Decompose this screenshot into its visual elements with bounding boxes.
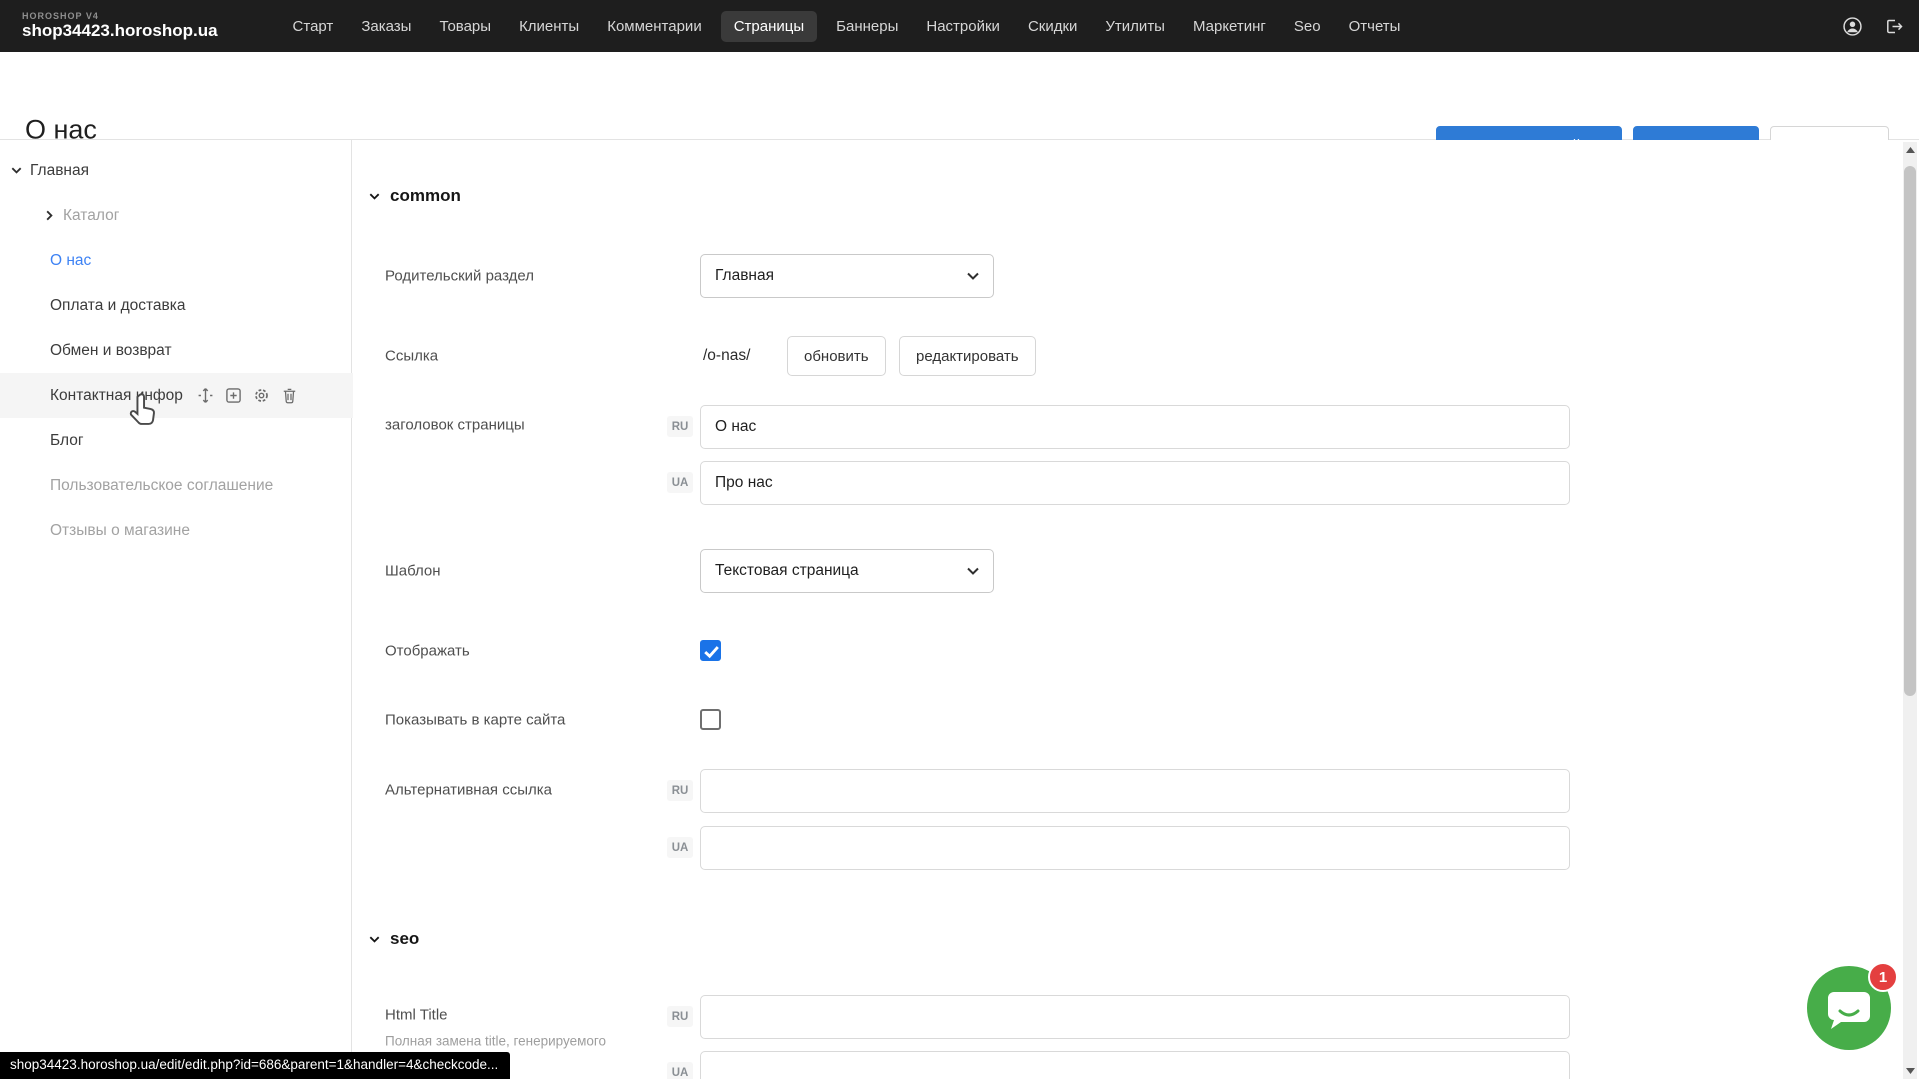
pages-tree-sidebar: Главная Каталог О нас Оплата и доставка … bbox=[0, 140, 352, 1079]
sitemap-label: Показывать в карте сайта bbox=[385, 712, 565, 729]
nav-item-utilities[interactable]: Утилиты bbox=[1096, 11, 1174, 42]
link-edit-button[interactable]: редактировать bbox=[899, 336, 1036, 376]
display-label: Отображать bbox=[385, 643, 470, 660]
html-title-ru-input[interactable] bbox=[700, 995, 1570, 1039]
chevron-right-icon[interactable] bbox=[43, 209, 56, 222]
chat-launcher-button[interactable]: 1 bbox=[1807, 966, 1891, 1050]
tree-item-soglashenie[interactable]: Пользовательское соглашение bbox=[0, 463, 401, 508]
tree-item-label: Каталог bbox=[63, 207, 119, 225]
nav-item-clients[interactable]: Клиенты bbox=[510, 11, 588, 42]
nav-item-seo[interactable]: Seo bbox=[1285, 11, 1330, 42]
select-value: Текстовая страница bbox=[715, 562, 859, 580]
tree-item-glavnaya[interactable]: Главная bbox=[0, 148, 351, 193]
html-title-hint: Полная замена title, генерируемого bbox=[385, 1034, 606, 1049]
tree-item-label: Оплата и доставка bbox=[50, 297, 186, 315]
brand-logo[interactable]: HOROSHOP V4 shop34423.horoshop.ua bbox=[0, 12, 218, 39]
link-value: /o-nas/ bbox=[703, 347, 750, 365]
top-navbar: HOROSHOP V4 shop34423.horoshop.ua Старт … bbox=[0, 0, 1919, 52]
status-url-bar: shop34423.horoshop.ua/edit/edit.php?id=6… bbox=[0, 1052, 510, 1079]
section-common-toggle[interactable]: common bbox=[368, 186, 461, 206]
alt-link-ua-input[interactable] bbox=[700, 826, 1570, 870]
alt-link-label: Альтернативная ссылка bbox=[385, 782, 552, 799]
tree-item-label: Контактная инфор bbox=[50, 387, 183, 405]
section-seo-toggle[interactable]: seo bbox=[368, 929, 419, 949]
parent-section-select[interactable]: Главная bbox=[700, 254, 994, 298]
html-title-label: Html Title bbox=[385, 1007, 448, 1024]
tree-item-kontaktnaya[interactable]: Контактная инфор bbox=[0, 373, 401, 418]
template-select[interactable]: Текстовая страница bbox=[700, 549, 994, 593]
navbar-right bbox=[1843, 0, 1903, 52]
trash-icon[interactable] bbox=[281, 387, 298, 404]
tree-item-label: Блог bbox=[50, 432, 84, 450]
link-label: Ссылка bbox=[385, 348, 438, 365]
tree-item-otzyvy[interactable]: Отзывы о магазине bbox=[0, 508, 401, 553]
select-chevron-icon bbox=[967, 272, 979, 280]
move-icon[interactable] bbox=[197, 387, 214, 404]
nav-item-pages[interactable]: Страницы bbox=[721, 11, 817, 42]
section-title: seo bbox=[390, 929, 419, 949]
main-menu: Старт Заказы Товары Клиенты Комментарии … bbox=[284, 11, 1410, 42]
scroll-down-arrow[interactable] bbox=[1903, 1063, 1917, 1079]
vertical-scrollbar[interactable] bbox=[1903, 142, 1917, 1079]
chevron-down-icon[interactable] bbox=[10, 164, 23, 177]
tree-item-o-nas[interactable]: О нас bbox=[0, 238, 401, 283]
link-refresh-button[interactable]: обновить bbox=[787, 336, 886, 376]
add-page-icon[interactable] bbox=[225, 387, 242, 404]
alt-link-ru-input[interactable] bbox=[700, 769, 1570, 813]
tree-item-label: Обмен и возврат bbox=[50, 342, 172, 360]
lang-badge-ua: UA bbox=[667, 837, 693, 858]
nav-item-orders[interactable]: Заказы bbox=[352, 11, 420, 42]
tree-item-label: Пользовательское соглашение bbox=[50, 477, 273, 495]
template-label: Шаблон bbox=[385, 563, 441, 580]
account-icon[interactable] bbox=[1843, 17, 1862, 36]
checkmark-icon bbox=[701, 641, 722, 662]
chevron-down-icon bbox=[368, 190, 381, 203]
scrollbar-thumb[interactable] bbox=[1904, 166, 1916, 696]
select-chevron-icon bbox=[967, 567, 979, 575]
tree-item-obmen[interactable]: Обмен и возврат bbox=[0, 328, 401, 373]
nav-item-products[interactable]: Товары bbox=[430, 11, 500, 42]
display-checkbox[interactable] bbox=[700, 640, 721, 661]
nav-item-banners[interactable]: Баннеры bbox=[827, 11, 907, 42]
tree-item-katalog[interactable]: Каталог bbox=[0, 193, 384, 238]
lang-badge-ru: RU bbox=[667, 416, 693, 437]
page-heading-label: заголовок страницы bbox=[385, 417, 525, 434]
tree-item-label: О нас bbox=[50, 252, 91, 270]
nav-item-marketing[interactable]: Маркетинг bbox=[1184, 11, 1275, 42]
triangle-up-icon bbox=[1906, 147, 1915, 153]
tree-item-label: Отзывы о магазине bbox=[50, 522, 190, 540]
logout-icon[interactable] bbox=[1884, 17, 1903, 36]
lang-badge-ua: UA bbox=[667, 1062, 693, 1079]
page-header: О нас Сохранить и выйти Сохранить Отмени… bbox=[0, 52, 1919, 140]
scroll-up-arrow[interactable] bbox=[1903, 142, 1917, 158]
page-heading-ua-input[interactable] bbox=[700, 461, 1570, 505]
page-heading-ru-input[interactable] bbox=[700, 405, 1570, 449]
nav-item-start[interactable]: Старт bbox=[284, 11, 343, 42]
html-title-ua-input[interactable] bbox=[700, 1051, 1570, 1079]
nav-item-reports[interactable]: Отчеты bbox=[1340, 11, 1410, 42]
tree-item-oplata[interactable]: Оплата и доставка bbox=[0, 283, 401, 328]
page-edit-form: common Родительский раздел Главная Ссылк… bbox=[353, 140, 1903, 1079]
nav-item-discounts[interactable]: Скидки bbox=[1019, 11, 1086, 42]
tree-item-actions bbox=[197, 387, 298, 404]
chevron-down-icon bbox=[368, 933, 381, 946]
select-value: Главная bbox=[715, 267, 774, 285]
brand-domain: shop34423.horoshop.ua bbox=[22, 22, 218, 40]
triangle-down-icon bbox=[1906, 1068, 1915, 1074]
gear-icon[interactable] bbox=[253, 387, 270, 404]
nav-item-comments[interactable]: Комментарии bbox=[598, 11, 710, 42]
lang-badge-ru: RU bbox=[667, 780, 693, 801]
tree-item-blog[interactable]: Блог bbox=[0, 418, 401, 463]
lang-badge-ru: RU bbox=[667, 1006, 693, 1027]
sitemap-checkbox[interactable] bbox=[700, 709, 721, 730]
parent-section-label: Родительский раздел bbox=[385, 268, 534, 285]
chat-unread-badge: 1 bbox=[1868, 962, 1898, 992]
lang-badge-ua: UA bbox=[667, 472, 693, 493]
section-title: common bbox=[390, 186, 461, 206]
nav-item-settings[interactable]: Настройки bbox=[917, 11, 1009, 42]
horoshop-admin-page: HOROSHOP V4 shop34423.horoshop.ua Старт … bbox=[0, 0, 1919, 1079]
tree-item-label: Главная bbox=[30, 162, 89, 180]
